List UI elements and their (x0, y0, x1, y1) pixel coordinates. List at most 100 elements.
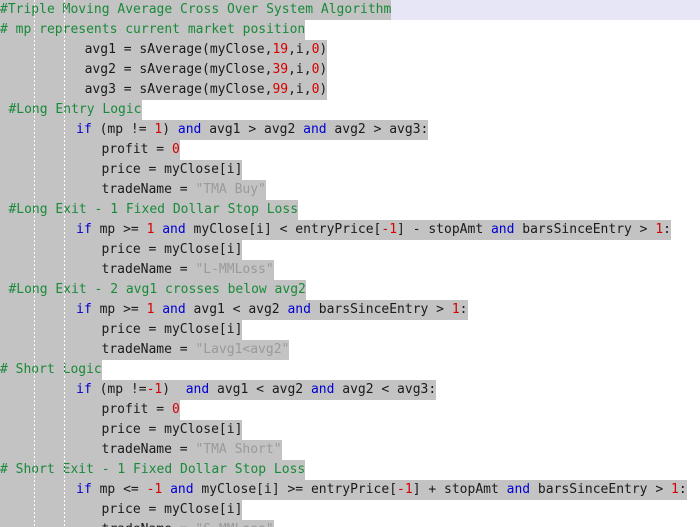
line-indent (0, 340, 102, 360)
token-pln: avg2 < avg3: (334, 382, 437, 397)
line-content: if (mp != 1) and avg1 > avg2 and avg2 > … (76, 120, 429, 140)
line-content: tradeName = "Lavg1<avg2" (101, 340, 290, 360)
code-line[interactable]: #Triple Moving Average Cross Over System… (0, 0, 700, 20)
line-indent (0, 240, 102, 260)
token-kw: and (185, 382, 210, 397)
line-content: tradeName = "TMA Short" (101, 440, 282, 460)
line-content: profit = 0 (101, 140, 180, 160)
line-content: if mp >= 1 and avg1 < avg2 and barsSince… (76, 300, 468, 320)
line-indent (0, 260, 102, 280)
code-line[interactable]: tradeName = "Lavg1<avg2" (0, 340, 700, 360)
token-kw: and (303, 122, 327, 137)
token-pln: tradeName = (102, 522, 196, 527)
code-line[interactable]: price = myClose[i] (0, 240, 700, 260)
token-cmt: # Short Exit - 1 Fixed Dollar Stop Loss (0, 462, 306, 477)
token-num: 0 (171, 402, 180, 417)
token-pln: : (663, 222, 671, 237)
token-pln: tradeName = (101, 262, 196, 277)
token-pln: : (459, 302, 468, 317)
token-pln: mp >= (91, 302, 147, 317)
code-line[interactable]: if mp >= 1 and myClose[i] < entryPrice[-… (0, 220, 700, 240)
token-pln: ) (319, 82, 328, 97)
code-line[interactable]: if (mp !=-1) and avg1 < avg2 and avg2 < … (0, 380, 700, 400)
token-pln: ) (162, 382, 186, 397)
token-pln: price = myClose[i] (101, 162, 243, 177)
line-content: #Long Entry Logic (8, 100, 142, 120)
line-indent (0, 200, 9, 220)
token-pln: price = myClose[i] (101, 242, 243, 257)
line-content: # mp represents current market position (0, 20, 306, 40)
token-num: -1 (146, 382, 163, 397)
token-num: 1 (671, 482, 679, 497)
token-kw: and (177, 122, 202, 137)
code-line[interactable]: profit = 0 (0, 400, 700, 420)
code-line[interactable]: tradeName = "S-MMLoss" (0, 520, 700, 527)
line-indent (0, 520, 102, 527)
token-kw: and (287, 302, 311, 317)
code-line[interactable]: price = myClose[i] (0, 420, 700, 440)
token-num: 1 (451, 302, 460, 317)
token-cmt: #Long Exit - 1 Fixed Dollar Stop Loss (8, 202, 299, 217)
code-line[interactable]: tradeName = "TMA Short" (0, 440, 700, 460)
token-str: "L-MMLoss" (195, 262, 274, 277)
token-pln: ] - stopAmt (397, 222, 491, 237)
code-line[interactable]: avg2 = sAverage(myClose,39,i,0) (0, 60, 700, 80)
line-content: if mp >= 1 and myClose[i] < entryPrice[-… (76, 220, 671, 240)
token-pln: price = myClose[i] (101, 502, 243, 517)
token-str: "TMA Short" (195, 442, 282, 457)
token-num: 1 (655, 222, 664, 237)
line-indent (0, 480, 77, 500)
line-indent (0, 440, 102, 460)
line-indent (0, 80, 85, 100)
token-kw: and (170, 482, 194, 497)
token-pln: ,i, (288, 42, 312, 57)
token-pln: price = myClose[i] (101, 322, 243, 337)
code-editor-pane[interactable]: #Triple Moving Average Cross Over System… (0, 0, 700, 527)
code-line[interactable]: # Short Logic (0, 360, 700, 380)
line-content: avg1 = sAverage(myClose,19,i,0) (84, 40, 328, 60)
code-line[interactable]: # Short Exit - 1 Fixed Dollar Stop Loss (0, 460, 700, 480)
code-line[interactable]: profit = 0 (0, 140, 700, 160)
code-line[interactable]: #Long Exit - 2 avg1 crosses below avg2 (0, 280, 700, 300)
line-content: #Long Exit - 1 Fixed Dollar Stop Loss (8, 200, 299, 220)
line-content: #Long Exit - 2 avg1 crosses below avg2 (8, 280, 306, 300)
code-line[interactable]: tradeName = "TMA Buy" (0, 180, 700, 200)
line-content: profit = 0 (101, 400, 180, 420)
line-content: price = myClose[i] (101, 500, 243, 520)
line-content: # Short Logic (0, 360, 102, 380)
token-num: 39 (272, 62, 289, 77)
code-line[interactable]: #Long Exit - 1 Fixed Dollar Stop Loss (0, 200, 700, 220)
code-line[interactable]: price = myClose[i] (0, 500, 700, 520)
line-indent (0, 100, 9, 120)
token-pln: barsSinceEntry > (514, 222, 656, 237)
line-content: tradeName = "S-MMLoss" (101, 520, 274, 527)
token-pln: tradeName = (101, 442, 196, 457)
code-line[interactable]: avg3 = sAverage(myClose,99,i,0) (0, 80, 700, 100)
line-content: price = myClose[i] (101, 420, 243, 440)
code-line[interactable]: # mp represents current market position (0, 20, 700, 40)
code-line[interactable]: avg1 = sAverage(myClose,19,i,0) (0, 40, 700, 60)
code-line-container[interactable]: #Triple Moving Average Cross Over System… (0, 0, 700, 527)
line-indent (0, 400, 102, 420)
code-line[interactable]: price = myClose[i] (0, 320, 700, 340)
token-kw: if (76, 222, 92, 237)
token-num: 99 (272, 82, 289, 97)
token-pln: barsSinceEntry > (310, 302, 452, 317)
token-kw: and (310, 382, 335, 397)
token-cmt: # Short Logic (0, 362, 102, 377)
line-indent (0, 220, 77, 240)
code-line[interactable]: if mp <= -1 and myClose[i] >= entryPrice… (0, 480, 700, 500)
token-kw: and (162, 302, 186, 317)
token-cmt: #Long Entry Logic (8, 102, 142, 117)
code-line[interactable]: tradeName = "L-MMLoss" (0, 260, 700, 280)
code-line[interactable]: #Long Entry Logic (0, 100, 700, 120)
code-line[interactable]: if (mp != 1) and avg1 > avg2 and avg2 > … (0, 120, 700, 140)
token-str: "TMA Buy" (195, 182, 266, 197)
token-cmt: #Long Exit - 2 avg1 crosses below avg2 (8, 282, 306, 297)
code-line[interactable]: price = myClose[i] (0, 160, 700, 180)
token-cmt: # mp represents current market position (0, 22, 306, 37)
token-pln: avg1 = sAverage(myClose, (84, 42, 273, 57)
code-line[interactable]: if mp >= 1 and avg1 < avg2 and barsSince… (0, 300, 700, 320)
line-content: price = myClose[i] (101, 240, 243, 260)
line-indent (0, 380, 77, 400)
